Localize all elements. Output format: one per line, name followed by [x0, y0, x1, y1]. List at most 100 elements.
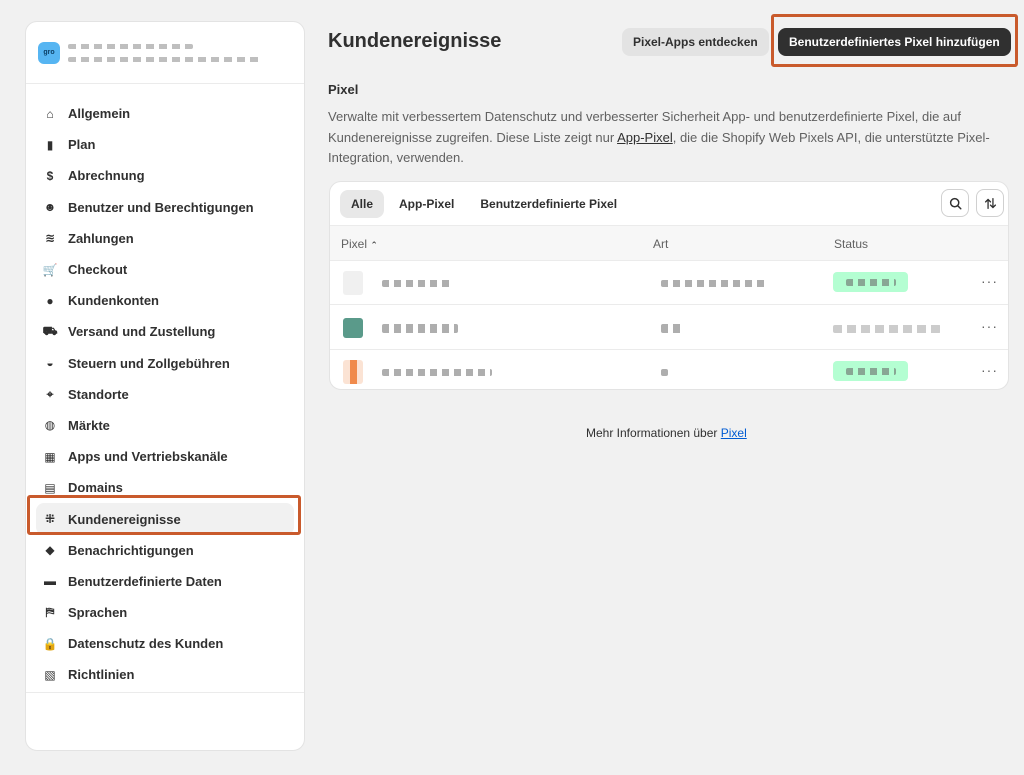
- explore-pixel-apps-button[interactable]: Pixel-Apps entdecken: [622, 28, 769, 56]
- pixel-app-icon: [343, 318, 363, 338]
- highlight-box-nav: [27, 495, 301, 535]
- store-avatar: gro: [38, 41, 60, 64]
- sidebar-item-sprachen[interactable]: ⛿ Sprachen: [26, 597, 304, 628]
- sort-arrows-icon: [984, 197, 996, 209]
- pixel-table-card: Alle App-Pixel Benutzerdefinierte Pixel …: [329, 181, 1009, 390]
- sidebar-item-label: Zahlungen: [68, 230, 134, 246]
- settings-sidebar: gro ⌂ Allgemein ▮ Plan $ Abrechnung ☻ Benutzer …: [25, 21, 305, 751]
- sidebar-item-standorte[interactable]: ⌖ Standorte: [26, 379, 304, 410]
- search-filter-button[interactable]: [941, 189, 969, 217]
- table-row[interactable]: ···: [330, 350, 1008, 389]
- more-actions-icon[interactable]: ···: [981, 273, 998, 289]
- location-pin-icon: ⌖: [46, 386, 54, 401]
- sidebar-item-label: Apps und Vertriebskanäle: [68, 449, 228, 465]
- users-icon: ☻: [43, 200, 57, 215]
- sidebar-item-datenschutz-des-kunden[interactable]: 🔒 Datenschutz des Kunden: [26, 628, 304, 659]
- status-text-redacted: [845, 278, 896, 286]
- status-text-redacted: [845, 367, 896, 375]
- sidebar-item-apps-und-vertriebskanäle[interactable]: ▦ Apps und Vertriebskanäle: [26, 441, 304, 472]
- page-title: Kundenereignisse: [328, 30, 502, 52]
- globe-icon: ◍: [44, 418, 56, 433]
- metafields-icon: ▬: [44, 574, 56, 589]
- status-badge: [833, 361, 908, 381]
- sidebar-item-label: Checkout: [68, 262, 128, 278]
- tax-bag-icon: ◒: [46, 356, 54, 371]
- sidebar-item-label: Märkte: [68, 417, 110, 433]
- pixel-type-redacted: [661, 280, 766, 287]
- policy-icon: ▧: [44, 667, 56, 682]
- column-header-pixel[interactable]: Pixel ⌃: [341, 237, 378, 251]
- language-icon: ⛿: [45, 605, 55, 620]
- footer-text: Mehr Informationen über: [586, 426, 721, 440]
- sidebar-item-benutzer-und-berechtigungen[interactable]: ☻ Benutzer und Berechtigungen: [26, 192, 304, 223]
- truck-icon: ⛟: [42, 323, 58, 338]
- sidebar-item-label: Allgemein: [68, 106, 131, 122]
- sidebar-item-label: Datenschutz des Kunden: [68, 636, 224, 652]
- sidebar-item-label: Benachrichtigungen: [68, 542, 194, 558]
- sidebar-item-märkte[interactable]: ◍ Märkte: [26, 410, 304, 441]
- sidebar-item-versand-und-zustellung[interactable]: ⛟ Versand und Zustellung: [26, 316, 304, 347]
- status-badge: [833, 272, 908, 292]
- more-actions-icon[interactable]: ···: [981, 362, 998, 378]
- payments-icon: ≋: [44, 231, 56, 246]
- section-description: Verwalte mit verbessertem Datenschutz un…: [328, 107, 1008, 169]
- sidebar-item-benutzerdefinierte-daten[interactable]: ▬ Benutzerdefinierte Daten: [26, 566, 304, 597]
- sidebar-item-plan[interactable]: ▮ Plan: [26, 129, 304, 160]
- sidebar-item-label: Benutzerdefinierte Daten: [68, 573, 222, 589]
- sidebar-item-label: Steuern und Zollgebühren: [68, 355, 230, 371]
- sidebar-item-label: Domains: [68, 480, 123, 496]
- pixel-name-redacted: [382, 324, 458, 333]
- sidebar-item-richtlinien[interactable]: ▧ Richtlinien: [26, 659, 304, 690]
- pixel-type-redacted: [661, 369, 668, 376]
- sidebar-item-allgemein[interactable]: ⌂ Allgemein: [26, 98, 304, 129]
- sidebar-item-label: Plan: [68, 137, 96, 153]
- sidebar-item-label: Benutzer und Berechtigungen: [68, 199, 254, 215]
- plan-chart-icon: ▮: [46, 137, 54, 152]
- sidebar-divider: [26, 692, 304, 693]
- section-title: Pixel: [328, 82, 359, 97]
- status-text-redacted: [833, 325, 941, 333]
- pixel-name-redacted: [382, 280, 452, 287]
- sidebar-item-checkout[interactable]: 🛒 Checkout: [26, 254, 304, 285]
- sort-chevron-icon: ⌃: [370, 240, 378, 250]
- store-name-redacted: [68, 43, 263, 62]
- tab-custom-pixel[interactable]: Benutzerdefinierte Pixel: [469, 190, 628, 218]
- apps-icon: ▦: [44, 449, 56, 464]
- highlight-box-button: [771, 14, 1018, 67]
- store-icon: ⌂: [46, 106, 54, 121]
- search-icon: [949, 197, 962, 210]
- settings-nav: ⌂ Allgemein ▮ Plan $ Abrechnung ☻ Benutzer und …: [26, 84, 304, 691]
- cart-icon: 🛒: [42, 262, 58, 277]
- sidebar-item-label: Sprachen: [68, 605, 128, 621]
- sidebar-item-label: Versand und Zustellung: [68, 324, 216, 340]
- more-actions-icon[interactable]: ···: [981, 318, 998, 334]
- tab-app-pixel[interactable]: App-Pixel: [388, 190, 465, 218]
- sidebar-item-benachrichtigungen[interactable]: ◆ Benachrichtigungen: [26, 535, 304, 566]
- sidebar-item-zahlungen[interactable]: ≋ Zahlungen: [26, 223, 304, 254]
- pixel-name-redacted: [382, 369, 492, 376]
- lock-icon: 🔒: [42, 636, 58, 651]
- column-header-status: Status: [834, 237, 869, 251]
- pixel-info-link[interactable]: Pixel: [721, 426, 747, 440]
- pixel-app-icon: [343, 360, 363, 384]
- sidebar-item-abrechnung[interactable]: $ Abrechnung: [26, 160, 304, 191]
- sidebar-item-label: Abrechnung: [68, 168, 145, 184]
- filter-tabs: Alle App-Pixel Benutzerdefinierte Pixel: [340, 190, 628, 218]
- column-header-art: Art: [653, 237, 669, 251]
- app-pixel-link[interactable]: App-Pixel: [617, 130, 673, 145]
- sidebar-item-label: Kundenkonten: [68, 293, 159, 309]
- table-row[interactable]: ···: [330, 261, 1008, 305]
- pixel-app-icon: [343, 271, 363, 295]
- store-header[interactable]: gro: [26, 22, 304, 84]
- table-header: Pixel ⌃ Art Status: [330, 225, 1008, 261]
- tab-alle[interactable]: Alle: [340, 190, 385, 218]
- sort-button[interactable]: [976, 189, 1004, 217]
- sidebar-item-steuern-und-zollgebühren[interactable]: ◒ Steuern und Zollgebühren: [26, 348, 304, 379]
- table-row[interactable]: ···: [330, 306, 1008, 350]
- billing-icon: $: [46, 168, 54, 183]
- sidebar-item-label: Standorte: [68, 386, 129, 402]
- bell-icon: ◆: [45, 543, 55, 558]
- pixel-type-redacted: [661, 324, 683, 333]
- sidebar-item-label: Richtlinien: [68, 667, 135, 683]
- sidebar-item-kundenkonten[interactable]: ● Kundenkonten: [26, 285, 304, 316]
